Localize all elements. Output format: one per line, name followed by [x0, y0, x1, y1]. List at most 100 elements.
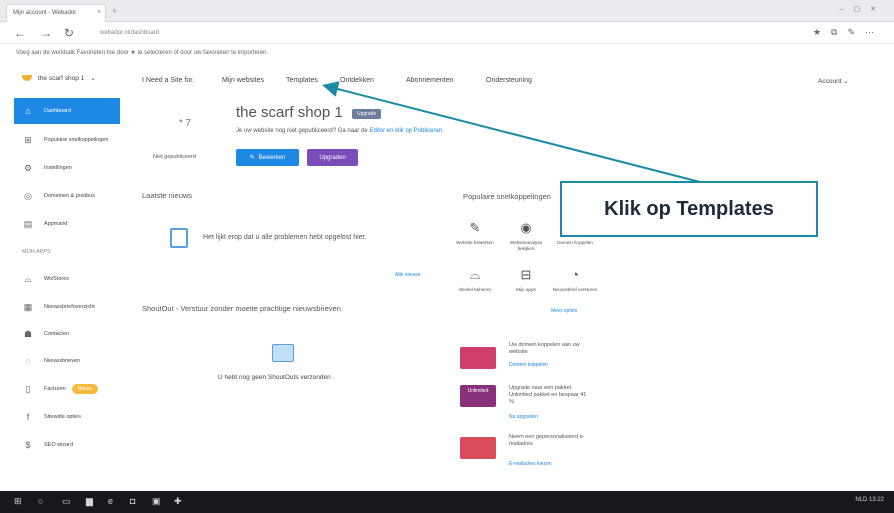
task-view-icon[interactable]: ▭	[62, 496, 71, 507]
promo-link[interactable]: Domein koppelen	[509, 362, 548, 368]
site-note-text: Je uw website nog niet gepubliceerd? Ga …	[236, 128, 368, 134]
sidebar-item-seo[interactable]: $ SEO wizard	[14, 432, 120, 458]
news-title: Laatste nieuws	[142, 191, 193, 200]
all-news-link[interactable]: Alle nieuws	[395, 272, 420, 278]
chevron-down-icon: ⌄	[843, 78, 849, 85]
new-tab-icon[interactable]: +	[112, 6, 117, 16]
browser-tab[interactable]: Mijn account - Webador ×	[6, 4, 106, 22]
site-status: Niet gepubliceerd	[153, 154, 196, 160]
edit-site-button[interactable]: ✎ Bewerken	[236, 149, 299, 166]
shoutout-title: ShoutOut - Verstuur zonder moeite pracht…	[142, 304, 341, 313]
scroll-icon	[170, 228, 188, 248]
sidebar-item-wixstores[interactable]: ⌓ WixStores	[14, 266, 120, 292]
system-tray[interactable]: NLD 13:22	[855, 497, 884, 503]
promo-text: Neem een gepersonaliseerd e-mailadres	[509, 434, 585, 447]
editor-link[interactable]: Editor en klik op Publiceren.	[369, 128, 443, 134]
sidebar-item-invoices[interactable]: ▯ Facturen Nieuw	[14, 376, 120, 402]
quick-links-title: Populaire snelkoppelingen	[463, 192, 551, 201]
quick-link-analytics[interactable]: ◉ Websiteanalyse bekijken	[503, 220, 549, 252]
new-badge: Nieuw	[71, 384, 98, 394]
sidebar-item-appmarket[interactable]: ▤ Appmarkt	[14, 211, 120, 237]
windows-start-icon[interactable]: ⊞	[14, 496, 22, 507]
tab-title: Mijn account - Webador	[13, 10, 77, 16]
gear-icon: ⚙	[23, 162, 33, 173]
promo-link[interactable]: Nu upgraden	[509, 414, 538, 420]
sidebar-item-domains[interactable]: ◎ Domeinen & postbus	[14, 183, 120, 209]
sidebar-item-contacts[interactable]: ☗ Contacten	[14, 321, 120, 347]
sidebar-item-sitewide[interactable]: f Sitewide opties	[14, 404, 120, 430]
account-menu[interactable]: Account ⌄	[818, 77, 849, 85]
nav-item-discover[interactable]: Ontdekken	[340, 77, 374, 84]
nav-item-support[interactable]: Ondersteuning	[486, 77, 532, 84]
outlook-icon[interactable]: ◘	[130, 496, 135, 506]
site-thumbnail[interactable]: * 7	[163, 110, 207, 146]
sidebar-item-dashboard[interactable]: ⌂ Dashboard	[14, 98, 120, 124]
window-controls[interactable]: –▢✕	[840, 5, 886, 13]
word-icon[interactable]: ▣	[152, 496, 161, 507]
sidebar-item-label: Domeinen & postbus	[44, 193, 96, 199]
chevron-down-icon: ⌄	[90, 75, 96, 82]
promo-link[interactable]: E-mailadres kiezen	[509, 461, 552, 467]
contacts-icon: ☗	[23, 328, 33, 339]
close-icon[interactable]: ×	[97, 9, 101, 16]
windows-taskbar: ⊞ ○ ▭ ▆ e ◘ ▣ ✚ NLD 13:22	[0, 491, 894, 513]
nav-item-templates[interactable]: Templates	[286, 77, 318, 84]
sidebar-item-settings[interactable]: ⚙ Instellingen	[14, 155, 120, 181]
nav-item-need-site[interactable]: I Need a Site for.	[142, 77, 194, 84]
home-icon: ⌂	[25, 106, 31, 116]
sidebar-item-label: Dashboard	[44, 108, 71, 114]
upgrade-button[interactable]: Upgraden	[307, 149, 358, 166]
back-icon[interactable]: ←	[14, 26, 26, 40]
quick-link-label: Mijn apps	[516, 287, 536, 292]
facebook-icon: f	[26, 412, 30, 422]
sidebar-item-newsletter-overview[interactable]: ▦ Nieuwsbriefoverzicht	[14, 294, 120, 320]
newsletter-icon: ▦	[23, 301, 33, 312]
chat-icon: ◌	[25, 356, 31, 366]
refresh-icon[interactable]: ↻	[64, 26, 74, 40]
quick-link-apps[interactable]: ⊟ Mijn apps	[503, 267, 549, 293]
shoutout-link[interactable]: .	[333, 374, 335, 381]
sidebar-item-label: WixStores	[44, 276, 70, 282]
promo-text: Upgrade naar een pakket. Unlimited pakke…	[509, 385, 587, 405]
browser-toolbar-icons[interactable]: ★⧉✎⋯	[813, 27, 884, 38]
nav-item-my-websites[interactable]: Mijn websites	[222, 77, 264, 84]
app-icon[interactable]: ✚	[174, 496, 182, 507]
browser-tab-strip: Mijn account - Webador × + –▢✕	[0, 0, 894, 22]
shoutout-text: U hebt nog geen ShoutOuts verzonden .	[218, 374, 334, 381]
quick-link-label: Winkel beheren	[459, 287, 491, 292]
pencil-icon: ✎	[249, 155, 255, 161]
sidebar-item-newsletters[interactable]: ◌ Nieuwsbrieven	[14, 348, 120, 374]
quick-link-newsletter[interactable]: ◔ Nieuwsbrief versturen	[552, 267, 598, 293]
forward-icon[interactable]: →	[40, 26, 52, 40]
globe-icon: ◎	[24, 190, 32, 201]
sidebar-item-label: Sitewide opties	[44, 414, 81, 420]
quick-link-label: Domein koppelen	[557, 240, 593, 245]
edge-icon[interactable]: e	[108, 496, 113, 506]
quick-link-edit-website[interactable]: ✎ Website bewerken	[452, 220, 498, 246]
sidebar-item-label: Appmarkt	[44, 221, 68, 227]
site-plan-badge[interactable]: Upgrade	[352, 109, 382, 119]
callout-box: Klik op Templates	[560, 181, 818, 237]
site-title: the scarf shop 1	[236, 104, 343, 121]
sidebar-item-shortcuts[interactable]: ⊞ Populaire snelkoppelingen	[14, 127, 120, 153]
search-icon[interactable]: ○	[38, 496, 43, 506]
nav-item-subscriptions[interactable]: Abonnementen	[406, 77, 453, 84]
url-input[interactable]: webador.nl/dashboard	[92, 27, 782, 40]
site-note: Je uw website nog niet gepubliceerd? Ga …	[236, 128, 444, 134]
file-explorer-icon[interactable]: ▆	[86, 496, 93, 507]
promo-image	[460, 347, 496, 369]
quick-link-store[interactable]: ⌓ Winkel beheren	[452, 267, 498, 293]
shoutout-text-label: U hebt nog geen ShoutOuts verzonden	[218, 374, 331, 381]
shop-selector[interactable]: the scarf shop 1 ⌄	[22, 74, 96, 82]
invoice-icon: ▯	[25, 383, 31, 394]
promo-image: Unlimited	[460, 385, 496, 407]
apps-heading: MIJN APPS	[22, 249, 51, 255]
mail-tray-icon	[272, 344, 294, 362]
sidebar-item-label: Facturen	[44, 386, 66, 392]
apps-icon: ⊟	[520, 267, 532, 282]
quick-link-label: Website bewerken	[456, 240, 494, 245]
quick-link-label: Nieuwsbrief versturen	[552, 287, 598, 292]
sidebar-item-label: Nieuwsbriefoverzicht	[44, 304, 95, 310]
edit-button-label: Bewerken	[258, 154, 286, 161]
more-options-link[interactable]: Meer opties	[551, 308, 577, 314]
